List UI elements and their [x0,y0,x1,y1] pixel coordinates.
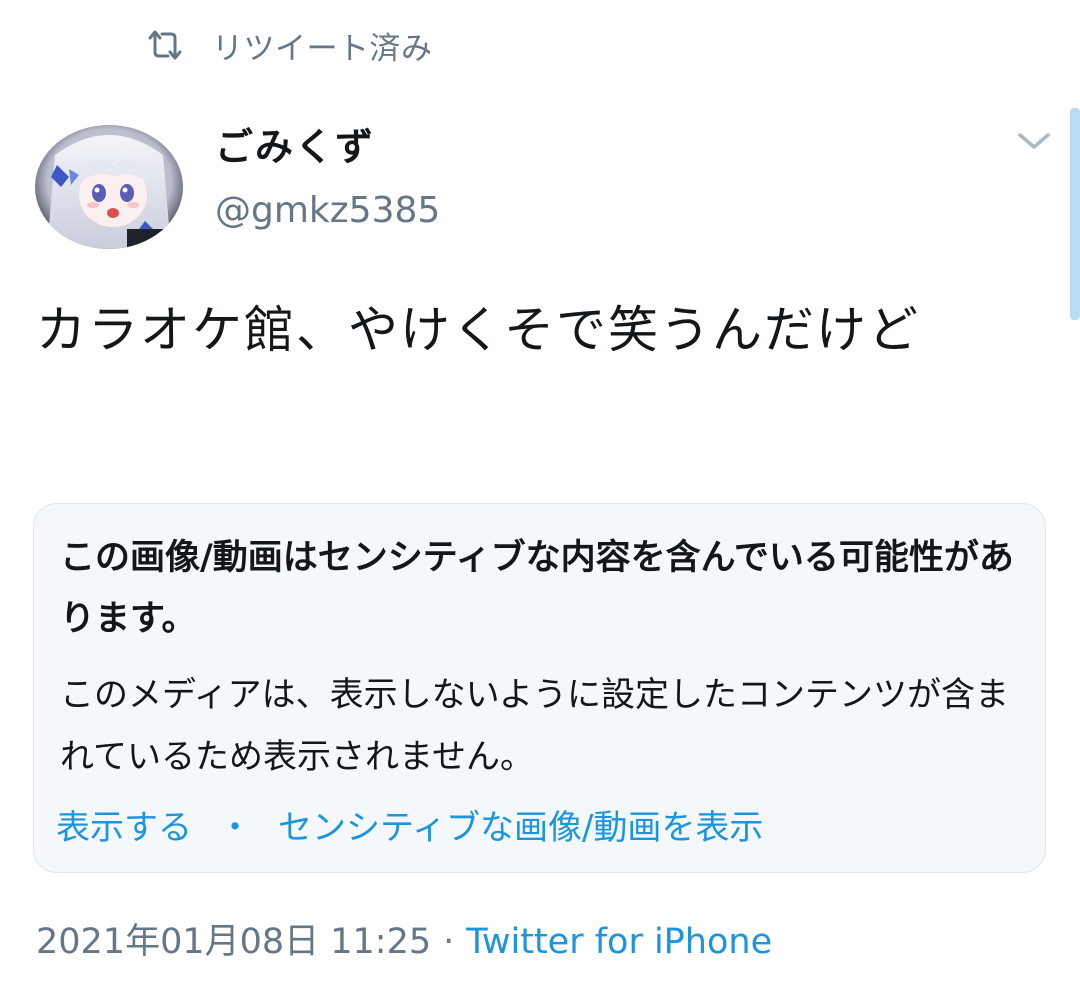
tweet-meta: 2021年01月08日 11:25 · Twitter for iPhone [36,913,772,964]
show-sensitive-media-link[interactable]: センシティブな画像/動画を表示 [278,808,763,848]
show-media-link[interactable]: 表示する [56,808,192,848]
retweet-context: リツイート済み [146,24,433,67]
sensitive-warning-body: このメディアは、表示しないように設定したコンテンツが含まれているため表示されませ… [60,675,1009,777]
tweet-timestamp: 2021年01月08日 11:25 [36,922,432,962]
retweet-label: リツイート済み [212,30,433,67]
meta-separator: · [443,922,455,962]
author-handle[interactable]: @gmkz5385 [215,190,440,231]
avatar[interactable] [35,125,183,249]
sensitive-media-card: この画像/動画はセンシティブな内容を含んでいる可能性があります。 このメディアは… [33,503,1046,873]
tweet-text: カラオケ館、やけくそで笑うんだけど [36,301,920,359]
author-display-name[interactable]: ごみくず [215,116,375,171]
sensitive-warning-title: この画像/動画はセンシティブな内容を含んでいる可能性があります。 [60,538,1014,639]
retweet-icon [146,28,184,62]
tweet-detail-page: リツイート済み ごみくず @gmkz5385 カラオケ館、やけくそで笑うんだけど… [0,0,1080,988]
actions-separator: ・ [218,808,252,848]
sensitive-actions: 表示する・センシティブな画像/動画を表示 [56,800,763,849]
tweet-source-link[interactable]: Twitter for iPhone [466,922,772,962]
chevron-down-icon[interactable] [1014,126,1054,156]
scrollbar[interactable] [1070,108,1080,320]
